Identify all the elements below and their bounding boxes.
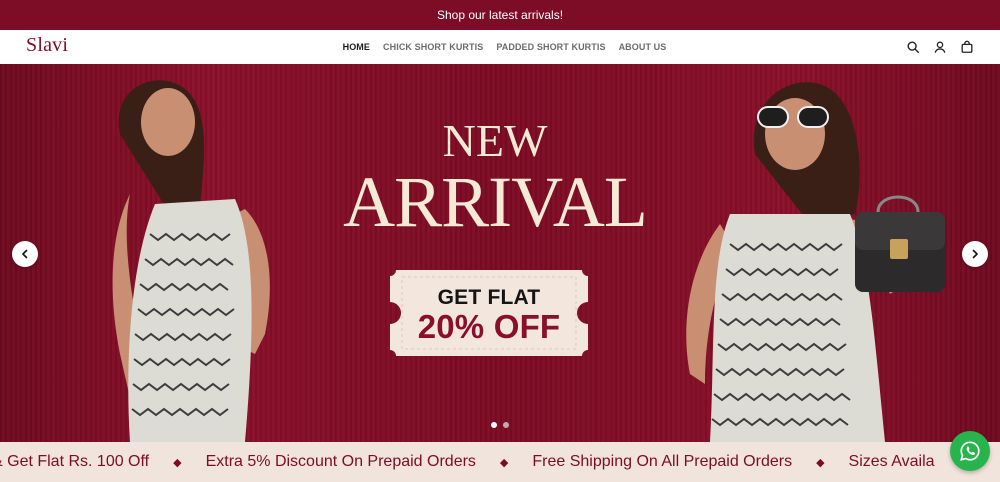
nav-chick-short-kurtis[interactable]: CHICK SHORT KURTIS [383,42,483,52]
carousel-next-button[interactable] [962,241,988,267]
offer-text-get-flat: GET FLAT [437,286,541,309]
promo-marquee: & Get Flat Rs. 100 Off ◆ Extra 5% Discou… [0,442,1000,482]
main-nav: HOME CHICK SHORT KURTIS PADDED SHORT KUR… [0,30,1000,64]
marquee-track: & Get Flat Rs. 100 Off ◆ Extra 5% Discou… [0,442,935,482]
chevron-right-icon [972,249,978,259]
announcement-text: Shop our latest arrivals! [436,8,564,22]
hero-headline-new: NEW [442,115,548,166]
nav-about-us[interactable]: ABOUT US [619,42,667,52]
announcement-bar: Shop our latest arrivals! [0,0,1000,30]
marquee-item: Extra 5% Discount On Prepaid Orders [205,453,476,470]
marquee-item: Free Shipping On All Prepaid Orders [532,453,793,470]
offer-ticket[interactable]: GET FLAT 20% OFF [390,270,588,356]
header-icons [906,30,974,64]
offer-text-discount: 20% OFF [417,308,561,345]
nav-padded-short-kurtis[interactable]: PADDED SHORT KURTIS [496,42,605,52]
carousel-dots [491,422,509,428]
search-icon[interactable] [906,40,920,54]
model-image-left [60,64,320,442]
nav-home[interactable]: HOME [343,42,370,52]
whatsapp-chat-button[interactable] [950,431,990,471]
chevron-left-icon [22,249,28,259]
carousel-prev-button[interactable] [12,241,38,267]
hero-banner[interactable]: NEW ARRIVAL GET FLAT 20% OFF [0,64,1000,442]
model-image-right [660,64,960,442]
cart-icon[interactable] [960,40,974,54]
diamond-separator-icon: ◆ [499,456,509,469]
whatsapp-icon [960,441,980,461]
site-header: Slavi HOME CHICK SHORT KURTIS PADDED SHO… [0,30,1000,64]
hero-headline-arrival: ARRIVAL [343,162,648,242]
diamond-separator-icon: ◆ [173,456,182,469]
marquee-item: Sizes Availa [848,453,935,470]
diamond-separator-icon: ◆ [816,456,825,469]
account-icon[interactable] [933,40,947,54]
carousel-dot-1[interactable] [491,422,497,428]
carousel-dot-2[interactable] [503,422,509,428]
marquee-item: & Get Flat Rs. 100 Off [0,453,150,470]
